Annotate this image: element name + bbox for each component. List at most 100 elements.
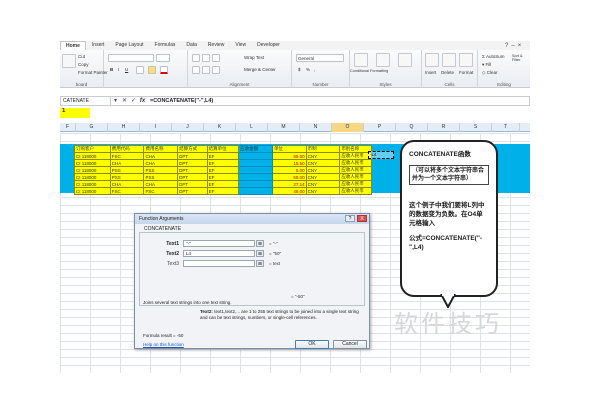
help-on-function-link[interactable]: Help on this function <box>143 342 184 347</box>
header-cell[interactable]: 结算方式 <box>177 145 208 153</box>
cell-styles-icon[interactable] <box>398 53 412 67</box>
column-header[interactable]: S <box>460 123 492 132</box>
cell[interactable]: CHA <box>109 159 145 167</box>
cell[interactable]: FSC <box>143 187 179 195</box>
merge-center-button[interactable]: Merge & Center <box>244 67 276 72</box>
cell[interactable]: 应收人民币 <box>339 173 372 181</box>
column-header[interactable]: R <box>428 123 460 132</box>
cell[interactable]: CHA <box>109 180 145 188</box>
column-header[interactable]: F <box>60 123 76 132</box>
column-header[interactable]: Q <box>396 123 428 132</box>
cell[interactable] <box>238 159 273 167</box>
cell[interactable]: PSS <box>109 173 145 181</box>
cell[interactable]: 95.00 <box>271 152 307 160</box>
cell[interactable]: 46.00 <box>271 187 307 195</box>
cell[interactable]: PSS <box>143 173 179 181</box>
align-middle-icon[interactable] <box>202 54 210 62</box>
range-select-icon[interactable]: ⊞ <box>256 240 264 247</box>
column-header[interactable]: I <box>140 123 172 132</box>
text3-input[interactable] <box>183 260 255 267</box>
tab-review[interactable]: Review <box>203 41 229 50</box>
ribbon-minimize-icon[interactable]: – <box>511 43 514 49</box>
formula-input[interactable]: =CONCATENATE("-",L4) <box>147 98 213 104</box>
cell[interactable] <box>238 173 273 181</box>
align-right-icon[interactable] <box>212 66 220 74</box>
header-cell[interactable]: 应收金额 <box>238 145 273 153</box>
cell[interactable]: DPT <box>177 152 208 160</box>
copy-button[interactable]: Copy <box>78 62 89 67</box>
header-cell[interactable]: 费用代码 <box>109 145 145 153</box>
cell[interactable]: CNY <box>305 159 341 167</box>
format-button[interactable]: Format <box>459 70 473 75</box>
tab-insert[interactable]: Insert <box>87 41 110 50</box>
clear-button[interactable]: ◇ Clear <box>482 70 497 76</box>
cell[interactable]: 应收人民币 <box>339 152 372 160</box>
font-name-select[interactable] <box>108 54 154 62</box>
cell[interactable]: CI 118000 <box>74 173 111 181</box>
align-center-icon[interactable] <box>202 66 210 74</box>
tab-page-layout[interactable]: Page Layout <box>110 41 148 50</box>
tab-developer[interactable]: Developer <box>252 41 285 50</box>
cell[interactable]: CI 118000 <box>74 180 111 188</box>
cell[interactable]: CNY <box>305 180 341 188</box>
cell[interactable]: DPT <box>177 187 208 195</box>
cell[interactable] <box>238 152 273 160</box>
enter-icon[interactable]: ✓ <box>129 97 138 106</box>
name-box[interactable]: CATENATE <box>61 96 111 106</box>
bold-icon[interactable]: B <box>110 67 113 72</box>
delete-cells-icon[interactable] <box>442 53 456 67</box>
cell[interactable]: CHA <box>143 152 179 160</box>
header-cell[interactable]: 订购客户 <box>74 145 111 153</box>
text1-input[interactable]: "-" <box>183 240 255 247</box>
cell[interactable]: 27.14 <box>271 180 307 188</box>
cell[interactable]: 55.00 <box>271 173 307 181</box>
cell[interactable]: CHA <box>143 180 179 188</box>
header-cell[interactable]: 费用名称 <box>143 145 179 153</box>
cell[interactable]: CNY <box>305 166 341 174</box>
column-header[interactable]: L <box>236 123 268 132</box>
cell[interactable]: CI 118000 <box>74 159 111 167</box>
wrap-text-button[interactable]: Wrap Text <box>244 55 264 60</box>
cell[interactable]: EF <box>206 180 240 188</box>
cell[interactable]: CI 118000 <box>74 152 111 160</box>
ok-button[interactable]: OK <box>295 340 329 349</box>
delete-button[interactable]: Delete <box>441 70 454 75</box>
comma-icon[interactable]: , <box>314 67 315 72</box>
font-color-icon[interactable] <box>160 66 168 74</box>
cell[interactable]: CHA <box>143 159 179 167</box>
tab-view[interactable]: View <box>230 41 251 50</box>
cell[interactable]: 5.00 <box>271 166 307 174</box>
format-cells-icon[interactable] <box>459 53 473 67</box>
dialog-help-icon[interactable]: ? <box>345 215 355 222</box>
cell[interactable] <box>238 187 273 195</box>
column-header[interactable]: M <box>268 123 300 132</box>
cell[interactable]: CNY <box>305 173 341 181</box>
fill-color-icon[interactable] <box>148 66 156 74</box>
borders-icon[interactable] <box>136 66 144 74</box>
column-header-selected[interactable]: O <box>332 123 364 132</box>
cell[interactable]: 15.50 <box>271 159 307 167</box>
sort-filter-button[interactable]: Sort & Filter <box>512 54 530 62</box>
dialog-close-icon[interactable]: X <box>357 215 367 222</box>
column-header[interactable]: H <box>108 123 140 132</box>
conditional-formatting-button[interactable]: Conditional Formatting <box>350 69 388 73</box>
font-size-select[interactable] <box>156 54 170 62</box>
insert-button[interactable]: Insert <box>425 70 436 75</box>
italic-icon[interactable]: I <box>118 67 119 72</box>
align-left-icon[interactable] <box>192 66 200 74</box>
column-header[interactable]: P <box>364 123 396 132</box>
ribbon-close-icon[interactable]: × <box>518 43 522 49</box>
align-top-icon[interactable] <box>192 54 200 62</box>
range-select-icon[interactable]: ⊞ <box>256 250 264 257</box>
underline-icon[interactable]: U <box>125 67 128 72</box>
cell[interactable]: EF <box>206 187 240 195</box>
cell[interactable]: FSC <box>109 152 145 160</box>
cell[interactable]: 应收人民币 <box>339 180 372 188</box>
highlighted-cell[interactable]: 1 <box>60 108 90 118</box>
column-header[interactable]: N <box>300 123 332 132</box>
cell[interactable]: PSS <box>143 166 179 174</box>
cell[interactable]: 应收人民币 <box>339 166 372 174</box>
cell[interactable]: CNY <box>305 187 341 195</box>
cell[interactable]: EF <box>206 173 240 181</box>
cell[interactable]: CI 118000 <box>74 166 111 174</box>
